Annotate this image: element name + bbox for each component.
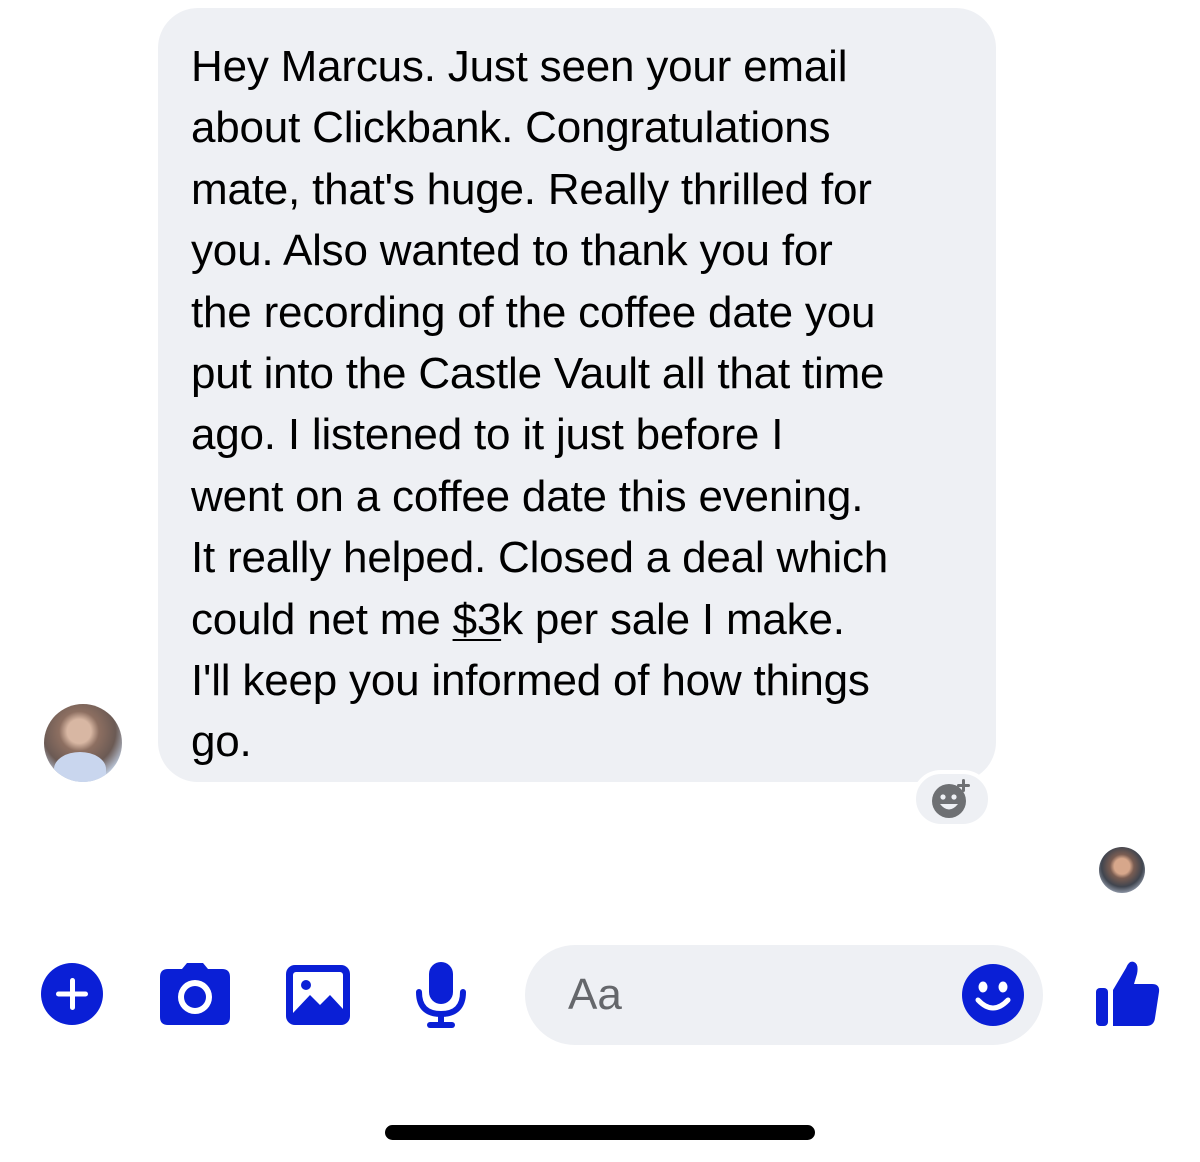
message-line: mate, that's huge. Really thrilled for (191, 164, 872, 214)
message-input[interactable] (568, 945, 928, 1045)
message-text: k per sale I make. (501, 594, 845, 644)
more-actions-button[interactable] (40, 962, 104, 1026)
add-reaction-button[interactable] (912, 770, 992, 828)
like-button[interactable] (1096, 958, 1160, 1026)
incoming-message-bubble[interactable]: Hey Marcus. Just seen your email about C… (158, 8, 996, 782)
emoji-icon (962, 964, 1024, 1026)
message-line: Hey Marcus. Just seen your email (191, 42, 848, 91)
thumbs-up-icon (1096, 961, 1160, 1026)
message-line: could net me $3k per sale I make. (191, 589, 970, 650)
image-icon (286, 965, 350, 1025)
sender-avatar[interactable] (44, 704, 122, 782)
emoji-button[interactable] (962, 964, 1024, 1026)
message-line: went on a coffee date this evening. (191, 471, 864, 521)
message-text: could net me (191, 594, 453, 644)
message-line: you. Also wanted to thank you for (191, 226, 833, 276)
plus-circle-icon (41, 963, 103, 1025)
home-indicator[interactable] (385, 1125, 815, 1140)
message-line: I'll keep you informed of how things (191, 656, 870, 706)
message-line: about Clickbank. Congratulations (191, 103, 831, 153)
add-reaction-icon (932, 779, 970, 818)
gallery-button[interactable] (286, 965, 350, 1025)
read-receipt-avatar (1099, 847, 1145, 893)
message-line: It really helped. Closed a deal which (191, 533, 889, 583)
avatar-shirt (54, 752, 106, 782)
camera-button[interactable] (160, 963, 230, 1025)
voice-message-button[interactable] (415, 962, 467, 1028)
message-line: go. (191, 717, 252, 767)
message-line: the recording of the coffee date you (191, 287, 876, 337)
message-input-container[interactable] (525, 945, 1043, 1045)
message-line: ago. I listened to it just before I (191, 410, 784, 460)
camera-icon (160, 963, 230, 1025)
microphone-icon (416, 962, 466, 1028)
money-link[interactable]: $3 (453, 595, 502, 644)
message-line: put into the Castle Vault all that time (191, 349, 885, 399)
